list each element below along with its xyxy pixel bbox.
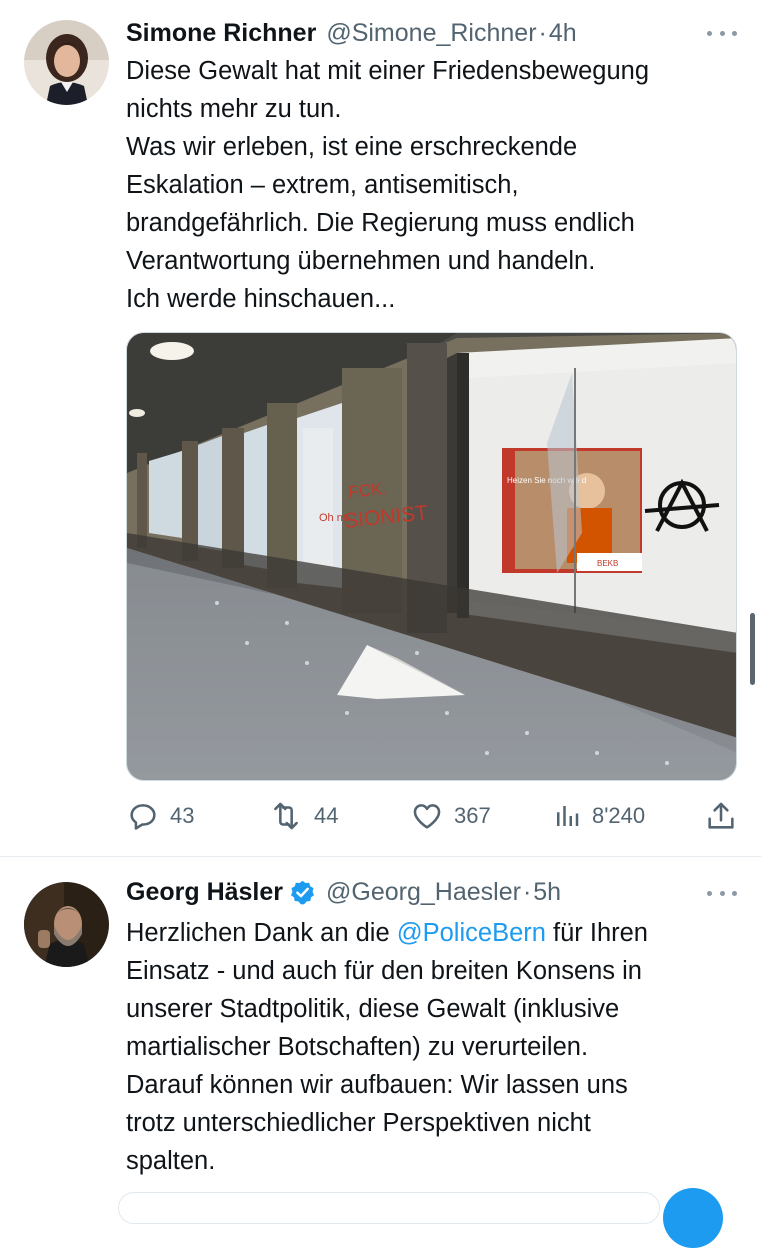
retweet-icon [274, 802, 298, 830]
reply-count: 43 [170, 803, 195, 828]
views-count: 8'240 [592, 803, 646, 828]
views-icon [557, 806, 579, 826]
tweet-header: Simone Richner @Simone_Richner · 4h [126, 15, 577, 51]
text-line: Herzlichen Dank an die @PoliceBern für I… [126, 914, 746, 952]
tweet-actions: 43 44 367 8'240 [126, 798, 738, 834]
timestamp[interactable]: 4h [549, 19, 577, 48]
retweet-button[interactable]: 44 [268, 798, 338, 834]
text-segment: Herzlichen Dank an die [126, 919, 397, 947]
author-name[interactable]: Simone Richner [126, 19, 316, 48]
more-icon[interactable] [707, 883, 737, 903]
verified-badge-icon [289, 879, 316, 906]
compose-button[interactable] [663, 1188, 723, 1248]
text-line: trotz unterschiedlicher Perspektiven nic… [126, 1109, 591, 1137]
reply-button[interactable]: 43 [126, 798, 194, 834]
author-handle[interactable]: @Georg_Haesler [326, 878, 521, 907]
avatar[interactable] [24, 20, 109, 105]
tweet-photo[interactable]: Heizen Sie noch wie d BEKB FCK. SIONIST … [126, 332, 737, 781]
text-line: unserer Stadtpolitik, diese Gewalt (inkl… [126, 995, 620, 1023]
author-name[interactable]: Georg Häsler [126, 878, 283, 907]
graffiti-3: Oh no [319, 512, 349, 524]
text-line: Verantwortung übernehmen und handeln. [126, 247, 596, 275]
mention-link[interactable]: @PoliceBern [397, 919, 546, 947]
vandalized-storefront-photo: Heizen Sie noch wie d BEKB FCK. SIONIST … [127, 333, 736, 780]
separator: · [538, 18, 547, 47]
tweet-georg-haesler[interactable]: Georg Häsler @Georg_Haesler · 5h Herzlic… [0, 857, 761, 1200]
text-line: Darauf können wir aufbauen: Wir lassen u… [126, 1071, 628, 1099]
text-line: brandgefährlich. Die Regierung muss endl… [126, 209, 635, 237]
text-segment: für Ihren [545, 919, 648, 947]
separator: · [522, 877, 532, 906]
reply-icon [130, 804, 156, 830]
scrollbar[interactable] [750, 613, 755, 685]
bank-logo: BEKB [597, 559, 618, 568]
share-icon [708, 802, 734, 829]
like-icon [413, 804, 441, 829]
tweet-text: Herzlichen Dank an die @PoliceBern für I… [126, 914, 746, 1180]
text-line: martialischer Botschaften) zu verurteile… [126, 1033, 589, 1061]
share-button[interactable] [704, 798, 738, 834]
text-line: nichts mehr zu tun. [126, 95, 342, 123]
like-count: 367 [454, 803, 491, 828]
text-line: spalten. [126, 1147, 216, 1175]
more-icon[interactable] [707, 23, 737, 43]
tweet-simone-richner[interactable]: Simone Richner @Simone_Richner · 4h Dies… [0, 0, 761, 856]
tweet-text: Diese Gewalt hat mit einer Friedensbeweg… [126, 52, 746, 318]
text-line: Eskalation – extrem, antisemitisch, [126, 171, 519, 199]
views-button[interactable]: 8'240 [552, 798, 645, 834]
avatar[interactable] [24, 882, 109, 967]
timestamp[interactable]: 5h [533, 878, 561, 907]
graffiti-1: FCK. [347, 479, 388, 502]
like-button[interactable]: 367 [410, 798, 491, 834]
bottom-bar [118, 1192, 660, 1224]
author-handle[interactable]: @Simone_Richner [326, 19, 536, 48]
retweet-count: 44 [314, 803, 339, 828]
text-line: Diese Gewalt hat mit einer Friedensbeweg… [126, 57, 650, 85]
text-line: Ich werde hinschauen... [126, 285, 396, 313]
tweet-header: Georg Häsler @Georg_Haesler · 5h [126, 874, 561, 910]
text-line: Einsatz - und auch für den breiten Konse… [126, 957, 642, 985]
text-line: Was wir erleben, ist eine erschreckende [126, 133, 578, 161]
